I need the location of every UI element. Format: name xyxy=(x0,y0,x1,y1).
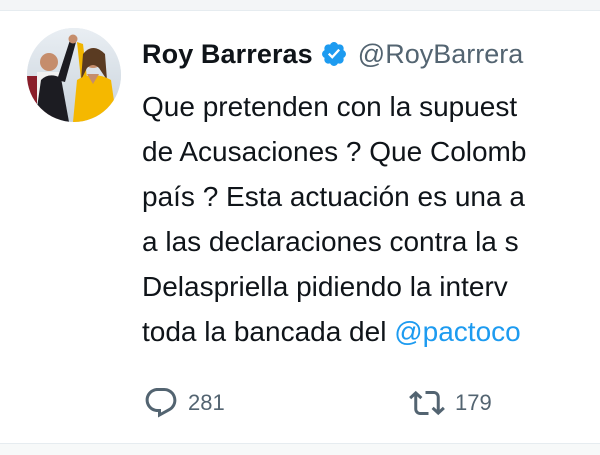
tweet-text-line: de Acusaciones ? Que Colomb xyxy=(142,136,527,167)
tweet-text-line: toda la bancada del xyxy=(142,316,395,347)
tweet-header: Roy Barreras @RoyBarrera xyxy=(142,34,523,74)
avatar-photo-icon xyxy=(27,28,121,122)
reply-button[interactable]: 281 xyxy=(143,385,408,421)
tweet-card[interactable]: Roy Barreras @RoyBarrera Que pretenden c… xyxy=(0,0,600,455)
tweet-text-last-line: toda la bancada del @pactoco xyxy=(142,309,600,354)
tweet-text-line: a las declaraciones contra la s xyxy=(142,226,519,257)
bottom-divider xyxy=(0,443,600,455)
avatar[interactable] xyxy=(27,28,121,122)
verified-badge-icon xyxy=(320,40,348,68)
tweet-text-line: Delaspriella pidiendo la interv xyxy=(142,271,508,302)
retweet-count: 179 xyxy=(455,390,492,415)
retweet-arrows-icon xyxy=(408,385,446,421)
mention-link[interactable]: @pactoco xyxy=(394,316,521,347)
author-handle[interactable]: @RoyBarrera xyxy=(358,39,523,70)
tweet-text: Que pretenden con la supuest de Acusacio… xyxy=(142,84,600,354)
reply-count: 281 xyxy=(188,390,225,415)
reply-bubble-icon xyxy=(143,385,179,421)
author-display-name[interactable]: Roy Barreras xyxy=(142,39,313,70)
tweet-actions: 281 179 xyxy=(143,383,492,423)
tweet-text-line: Que pretenden con la supuest xyxy=(142,91,518,122)
retweet-button[interactable]: 179 xyxy=(408,385,492,421)
tweet-text-line: país ? Esta actuación es una a xyxy=(142,181,525,212)
